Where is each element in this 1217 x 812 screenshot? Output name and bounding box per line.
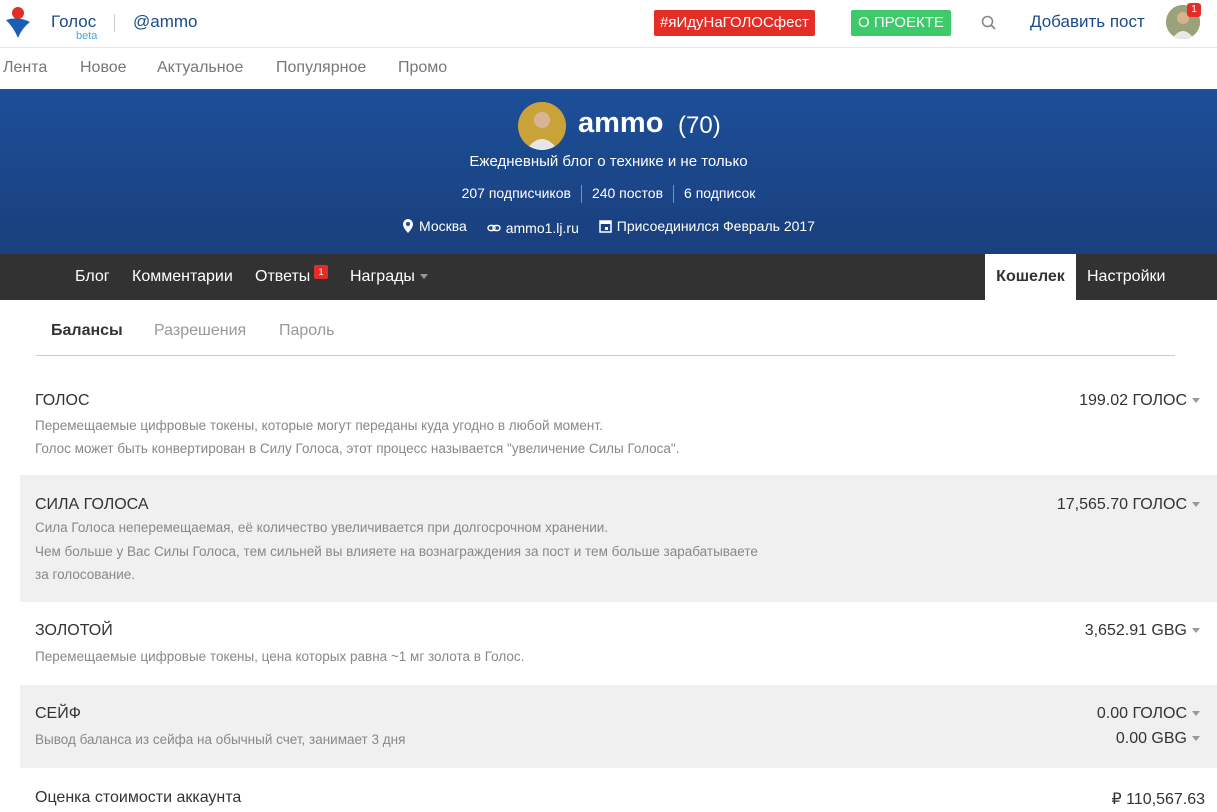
tab-rewards-label: Награды	[350, 268, 415, 285]
profile-description: Ежедневный блог о технике и не только	[469, 153, 748, 170]
profile-name: ammo	[578, 107, 664, 139]
balance-title: ГОЛОС	[35, 392, 90, 409]
top-header: Голос beta @ammo #яИдуНаГОЛОСфест О ПРОЕ…	[0, 0, 1217, 48]
golos-balance-dropdown[interactable]: 199.02 ГОЛОС	[1079, 392, 1200, 410]
balance-title: СИЛА ГОЛОСА	[35, 496, 149, 513]
notification-badge: 1	[1187, 3, 1201, 17]
tab-comments[interactable]: Комментарии	[132, 268, 233, 286]
balance-desc: Вывод баланса из сейфа на обычный счет, …	[35, 732, 406, 747]
balance-value: 3,652.91 GBG	[1084, 622, 1187, 639]
profile-reputation: (70)	[678, 112, 721, 139]
followers-count[interactable]: 207 подписчиков	[452, 185, 581, 201]
balance-value: 0.00 ГОЛОС	[1096, 705, 1187, 722]
nav-item-actual[interactable]: Актуальное	[157, 59, 243, 77]
brand-name[interactable]: Голос	[51, 12, 96, 32]
balance-value: 0.00 GBG	[1115, 730, 1187, 747]
balance-row-safe: СЕЙФ Вывод баланса из сейфа на обычный с…	[20, 685, 1217, 768]
nav-item-promo[interactable]: Промо	[398, 59, 447, 77]
chevron-down-icon	[1192, 628, 1200, 634]
balance-title: ЗОЛОТОЙ	[35, 622, 113, 639]
balance-desc: за голосование.	[35, 567, 136, 582]
chevron-down-icon	[419, 274, 428, 280]
profile-meta: Москва ammo1.lj.ru Присоединился Февраль…	[0, 218, 1217, 236]
safe-gbg-dropdown[interactable]: 0.00 GBG	[1116, 730, 1200, 748]
location-text: Москва	[419, 218, 467, 234]
balance-desc: Голос может быть конвертирован в Силу Го…	[35, 441, 680, 456]
balance-title: СЕЙФ	[35, 705, 81, 722]
balance-desc: Перемещаемые цифровые токены, цена котор…	[35, 649, 525, 664]
balance-desc: Перемещаемые цифровые токены, которые мо…	[35, 418, 603, 433]
website[interactable]: ammo1.lj.ru	[487, 220, 579, 236]
website-link[interactable]: ammo1.lj.ru	[506, 220, 579, 236]
balance-title: Оценка стоимости аккаунта	[35, 789, 242, 806]
balance-desc: Чем больше у Вас Силы Голоса, тем сильне…	[35, 544, 758, 559]
tab-replies[interactable]: Ответы	[255, 268, 310, 286]
beta-label: beta	[76, 30, 98, 42]
tab-balances[interactable]: Балансы	[51, 322, 123, 340]
divider	[114, 14, 115, 32]
main-nav: Лента Новое Актуальное Популярное Промо	[0, 48, 1217, 89]
location: Москва	[402, 218, 467, 234]
location-pin-icon	[403, 219, 414, 233]
balance-row-gold: ЗОЛОТОЙ Перемещаемые цифровые токены, це…	[20, 602, 1217, 685]
golos-logo-icon[interactable]	[4, 6, 38, 40]
balance-desc: Сила Голоса неперемещаемая, её количеств…	[35, 520, 609, 535]
add-post-link[interactable]: Добавить пост	[1030, 12, 1145, 32]
nav-item-feed[interactable]: Лента	[3, 59, 47, 77]
tab-permissions[interactable]: Разрешения	[154, 322, 246, 340]
power-balance-dropdown[interactable]: 17,565.70 ГОЛОС	[1057, 496, 1200, 514]
tab-wallet[interactable]: Кошелек	[985, 254, 1076, 300]
joined-text: Присоединился Февраль 2017	[616, 218, 815, 234]
profile-hero: ammo (70) Ежедневный блог о технике и не…	[0, 89, 1217, 254]
balance-value: 17,565.70 ГОЛОС	[1056, 496, 1187, 513]
chevron-down-icon	[1192, 736, 1200, 742]
about-project-button[interactable]: О ПРОЕКТЕ	[851, 10, 951, 36]
calendar-icon	[599, 220, 612, 233]
following-count[interactable]: 6 подписок	[674, 185, 765, 201]
balance-row-golos: ГОЛОС Перемещаемые цифровые токены, кото…	[20, 372, 1217, 475]
posts-count[interactable]: 240 постов	[582, 185, 673, 201]
nav-item-popular[interactable]: Популярное	[276, 59, 366, 77]
safe-golos-dropdown[interactable]: 0.00 ГОЛОС	[1097, 705, 1200, 723]
user-handle[interactable]: @ammo	[133, 12, 198, 32]
chevron-down-icon	[1192, 711, 1200, 717]
chevron-down-icon	[1192, 398, 1200, 404]
replies-badge: 1	[314, 265, 328, 279]
link-icon	[487, 224, 501, 232]
tab-rewards[interactable]: Награды	[350, 268, 428, 286]
account-estimate-value: ₽ 110,567.63	[1111, 791, 1205, 808]
profile-stats: 207 подписчиков 240 постов 6 подписок	[0, 185, 1217, 204]
chevron-down-icon	[1192, 502, 1200, 508]
joined: Присоединился Февраль 2017	[599, 218, 815, 234]
tab-settings[interactable]: Настройки	[1087, 268, 1165, 286]
gold-balance-dropdown[interactable]: 3,652.91 GBG	[1085, 622, 1200, 640]
tab-blog[interactable]: Блог	[75, 268, 110, 286]
balance-value: 199.02 ГОЛОС	[1079, 392, 1187, 409]
wallet-subtabs: Балансы Разрешения Пароль	[36, 300, 1175, 356]
tab-password[interactable]: Пароль	[279, 322, 335, 340]
profile-avatar	[518, 102, 566, 150]
profile-nav: Блог Комментарии Ответы 1 Награды Кошеле…	[0, 254, 1217, 300]
nav-item-new[interactable]: Новое	[80, 59, 127, 77]
balance-row-estimate: Оценка стоимости аккаунта ₽ 110,567.63	[20, 768, 1217, 812]
balance-row-golos-power: СИЛА ГОЛОСА Сила Голоса неперемещаемая, …	[20, 475, 1217, 602]
fest-tag-button[interactable]: #яИдуНаГОЛОСфест	[654, 10, 815, 36]
search-icon[interactable]	[980, 14, 998, 32]
